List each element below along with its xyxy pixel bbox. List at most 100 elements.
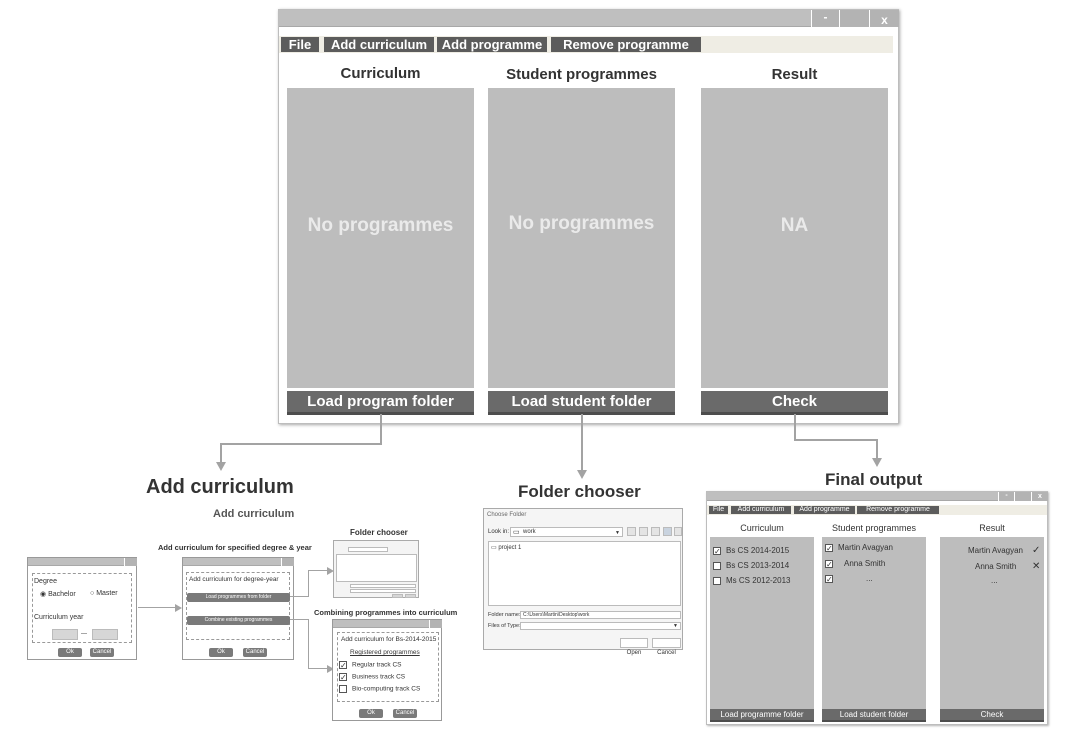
mini-files-type[interactable] xyxy=(350,589,416,593)
student-item[interactable]: ✓ Anna Smith xyxy=(825,559,885,568)
load-program-folder-button[interactable]: Load program folder xyxy=(287,391,474,415)
cross-icon: ✕ xyxy=(1032,561,1041,572)
radio-bachelor[interactable]: ◉ Bachelor xyxy=(40,590,76,598)
result-item: Anna Smith xyxy=(975,562,1016,571)
cancel-button[interactable]: Cancel xyxy=(90,648,114,657)
close-button[interactable] xyxy=(124,558,137,566)
curriculum-heading: Curriculum xyxy=(340,65,421,82)
maximize-button[interactable] xyxy=(1014,492,1031,501)
minimize-button[interactable]: - xyxy=(998,492,1014,501)
look-in-select[interactable]: ▭ work ▼ xyxy=(510,527,623,537)
cancel-button[interactable]: Cancel xyxy=(243,648,267,657)
checkbox[interactable]: ✓ xyxy=(713,546,721,555)
mini-cancel-button[interactable] xyxy=(405,594,416,598)
menu-add-programme[interactable]: Add programme xyxy=(437,37,547,52)
student-item-label: Martin Avagyan xyxy=(838,543,893,552)
maximize-button[interactable] xyxy=(839,10,869,27)
ok-button[interactable]: Ok xyxy=(359,709,383,718)
ok-button[interactable]: Ok xyxy=(58,648,82,657)
curriculum-panel[interactable]: ✓ Bs CS 2014-2015 Bs CS 2013-2014 Ms CS 2… xyxy=(710,537,814,709)
result-panel[interactable]: Martin Avagyan ✓ Anna Smith ✕ ... xyxy=(940,537,1044,709)
cancel-button[interactable]: Cancel xyxy=(652,638,681,656)
ok-button[interactable]: Ok xyxy=(209,648,233,657)
curriculum-item[interactable]: Ms CS 2012-2013 xyxy=(713,576,790,585)
student-item-label: Anna Smith xyxy=(844,559,886,568)
menu-remove-programme[interactable]: Remove programme xyxy=(551,37,701,52)
mini-open-button[interactable] xyxy=(392,594,403,598)
menu-file[interactable]: File xyxy=(281,37,319,52)
load-student-folder-button[interactable]: Load student folder xyxy=(822,709,926,722)
list-view-icon[interactable] xyxy=(663,527,672,536)
mini-look-in[interactable] xyxy=(348,547,388,552)
radio-master[interactable]: ○ Master xyxy=(90,590,118,597)
load-student-folder-button[interactable]: Load student folder xyxy=(488,391,675,415)
open-button-label: Open xyxy=(626,650,642,656)
menu-remove-programme[interactable]: Remove programme xyxy=(857,506,939,514)
check-button[interactable]: Check xyxy=(701,391,888,415)
student-programmes-panel[interactable]: ✓ Martin Avagyan ✓ Anna Smith ✓... xyxy=(822,537,926,709)
checkbox[interactable] xyxy=(713,576,721,585)
minimize-button[interactable]: - xyxy=(811,10,839,27)
list-item[interactable]: ▭ project 1 xyxy=(491,544,521,551)
cancel-button-label: Cancel xyxy=(657,650,676,656)
cancel-button[interactable]: Cancel xyxy=(393,709,417,718)
programme-checkbox-row[interactable]: ✓ Regular track CS xyxy=(339,661,402,670)
checkbox[interactable]: ✓ xyxy=(339,673,347,682)
menu-add-curriculum[interactable]: Add curriculum xyxy=(731,506,791,514)
close-button[interactable] xyxy=(281,558,294,566)
curriculum-item[interactable]: Bs CS 2013-2014 xyxy=(713,561,789,570)
arrow-down-icon xyxy=(872,458,882,467)
result-placeholder: NA xyxy=(780,215,809,236)
mini-file-list[interactable] xyxy=(336,554,417,582)
checkbox[interactable]: ✓ xyxy=(825,543,833,552)
connector-line xyxy=(290,596,308,597)
curriculum-item[interactable]: ✓ Bs CS 2014-2015 xyxy=(713,546,789,555)
close-button[interactable]: x xyxy=(869,10,899,27)
checkbox[interactable]: ✓ xyxy=(825,559,833,568)
curriculum-placeholder: No programmes xyxy=(307,215,454,236)
home-icon[interactable] xyxy=(639,527,648,536)
result-panel[interactable]: NA xyxy=(701,88,888,388)
year-to-input[interactable] xyxy=(92,629,118,640)
open-button[interactable]: Open xyxy=(620,638,648,656)
year-from-input[interactable] xyxy=(52,629,78,640)
new-folder-icon[interactable] xyxy=(651,527,660,536)
student-programmes-panel[interactable]: No programmes xyxy=(488,88,675,388)
check-button[interactable]: Check xyxy=(940,709,1044,722)
up-folder-icon[interactable] xyxy=(627,527,636,536)
programme-checkbox-row[interactable]: ✓ Business track CS xyxy=(339,673,405,682)
programme-label: Bio-computing track CS xyxy=(352,685,421,693)
result-item: ... xyxy=(991,576,998,585)
chevron-down-icon: ▼ xyxy=(615,530,620,536)
programme-checkbox-row[interactable]: Bio-computing track CS xyxy=(339,685,420,693)
student-programmes-placeholder: No programmes xyxy=(508,213,655,234)
folder-icon: ▭ xyxy=(491,545,497,551)
folder-name-value: C:\Users\Martin\Desktop\work xyxy=(523,612,590,618)
menu-add-programme[interactable]: Add programme xyxy=(794,506,855,514)
student-item[interactable]: ✓ Martin Avagyan xyxy=(825,543,893,552)
curriculum-panel[interactable]: No programmes xyxy=(287,88,474,388)
menu-file[interactable]: File xyxy=(709,506,728,514)
details-view-icon[interactable] xyxy=(674,527,682,536)
load-programme-folder-button[interactable]: Load programme folder xyxy=(710,709,814,722)
curriculum-heading: Curriculum xyxy=(740,523,784,533)
load-programmes-from-folder-button[interactable]: Load programmes from folder xyxy=(187,593,290,602)
menu-add-curriculum[interactable]: Add curriculum xyxy=(324,37,434,52)
registered-programmes-label: Registered programmes xyxy=(350,649,420,656)
checkbox[interactable] xyxy=(713,561,721,570)
connector-line xyxy=(794,414,796,440)
close-button[interactable]: x xyxy=(1031,492,1048,501)
checkbox[interactable]: ✓ xyxy=(339,661,347,670)
connector-line xyxy=(220,443,222,463)
checkbox[interactable] xyxy=(339,685,347,693)
close-button[interactable] xyxy=(429,620,442,628)
degree-dialog: Degree ◉ Bachelor ○ Master Curriculum ye… xyxy=(27,557,137,660)
combine-existing-programmes-button[interactable]: Combine existing programmes xyxy=(187,616,290,625)
folder-name-input[interactable]: C:\Users\Martin\Desktop\work xyxy=(520,611,681,619)
checkbox[interactable]: ✓ xyxy=(825,574,833,583)
files-type-select[interactable]: ▼ xyxy=(520,622,681,630)
student-item[interactable]: ✓... xyxy=(825,574,873,583)
file-list[interactable]: ▭ project 1 xyxy=(488,541,681,606)
mini-folder-name[interactable] xyxy=(350,584,416,588)
connector-line xyxy=(794,439,878,441)
